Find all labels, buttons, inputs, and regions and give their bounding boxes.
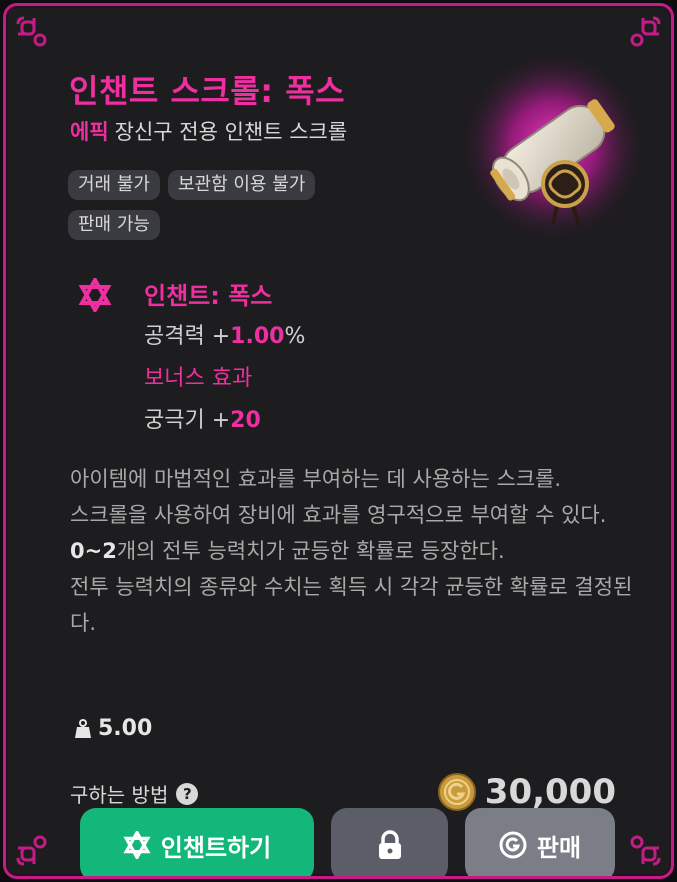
item-subtitle: 에픽 장신구 전용 인챈트 스크롤 [70,116,347,146]
lock-icon [378,830,401,859]
sell-button-label: 판매 [536,833,582,862]
tag-no-storage: 보관함 이용 불가 [167,170,316,200]
ultimate-stat-name: 궁극기 + [144,408,231,433]
enchant-button[interactable]: 인챈트하기 [80,808,314,876]
item-name: 인챈트 스크롤: 폭스 [69,72,346,110]
corner-ornament-icon [623,828,663,868]
corner-ornament-icon [14,14,54,54]
gold-coin-icon [437,773,476,811]
star-of-david-icon [78,278,112,312]
item-grade: 에픽 [70,120,109,144]
coin-g-icon [499,831,527,859]
scroll-with-medallion-icon [458,46,651,246]
corner-ornament-icon [14,828,54,868]
enchant-button-label: 인챈트하기 [160,833,272,862]
item-tooltip-panel: 인챈트 스크롤: 폭스 에픽 장신구 전용 인챈트 스크롤 거래 불가 보관함 이… [3,3,674,879]
tag-untradable: 거래 불가 [68,170,160,200]
tag-sellable: 판매 가능 [68,210,160,240]
enchant-title: 인챈트: 폭스 [144,282,273,310]
attack-stat-unit: % [284,324,306,349]
description-line: 아이템에 마법적인 효과를 부여하는 데 사용하는 스크롤. [70,467,562,491]
item-price: 30,000 [437,772,616,812]
star-of-david-icon [123,831,151,859]
bonus-effect-label: 보너스 효과 [144,366,253,391]
question-mark-icon[interactable]: ? [176,782,199,805]
attack-stat: 공격력 +1.00% [144,318,305,350]
description-line: 전투 능력치의 종류와 수치는 획득 시 각각 균등한 확률로 결정된다. [70,575,633,635]
item-tags: 거래 불가 보관함 이용 불가 판매 가능 [68,170,408,240]
description-text: 개의 전투 능력치가 균등한 확률로 등장한다. [116,539,505,563]
ultimate-stat: 궁극기 +20 [144,402,261,434]
description-line: 스크롤을 사용하여 장비에 효과를 영구적으로 부여할 수 있다. [70,503,607,527]
attack-stat-name: 공격력 + [144,324,231,349]
description-highlight: 0~2 [70,539,117,563]
ultimate-stat-value: 20 [230,408,261,433]
acquire-label: 구하는 방법 [70,783,169,807]
item-description: 아이템에 마법적인 효과를 부여하는 데 사용하는 스크롤. 스크롤을 사용하여… [70,461,650,641]
description-line: 0~2개의 전투 능력치가 균등한 확률로 등장한다. [70,533,650,569]
item-type: 장신구 전용 인챈트 스크롤 [114,120,348,144]
weight-value: 5.00 [98,716,153,741]
lock-button[interactable] [331,808,448,876]
price-value: 30,000 [484,772,616,812]
attack-stat-value: 1.00 [230,324,285,349]
item-weight: 5.00 [74,716,152,741]
acquire-info[interactable]: 구하는 방법 ? [70,779,199,808]
sell-button[interactable]: 판매 [465,808,615,876]
weight-icon [75,718,91,738]
